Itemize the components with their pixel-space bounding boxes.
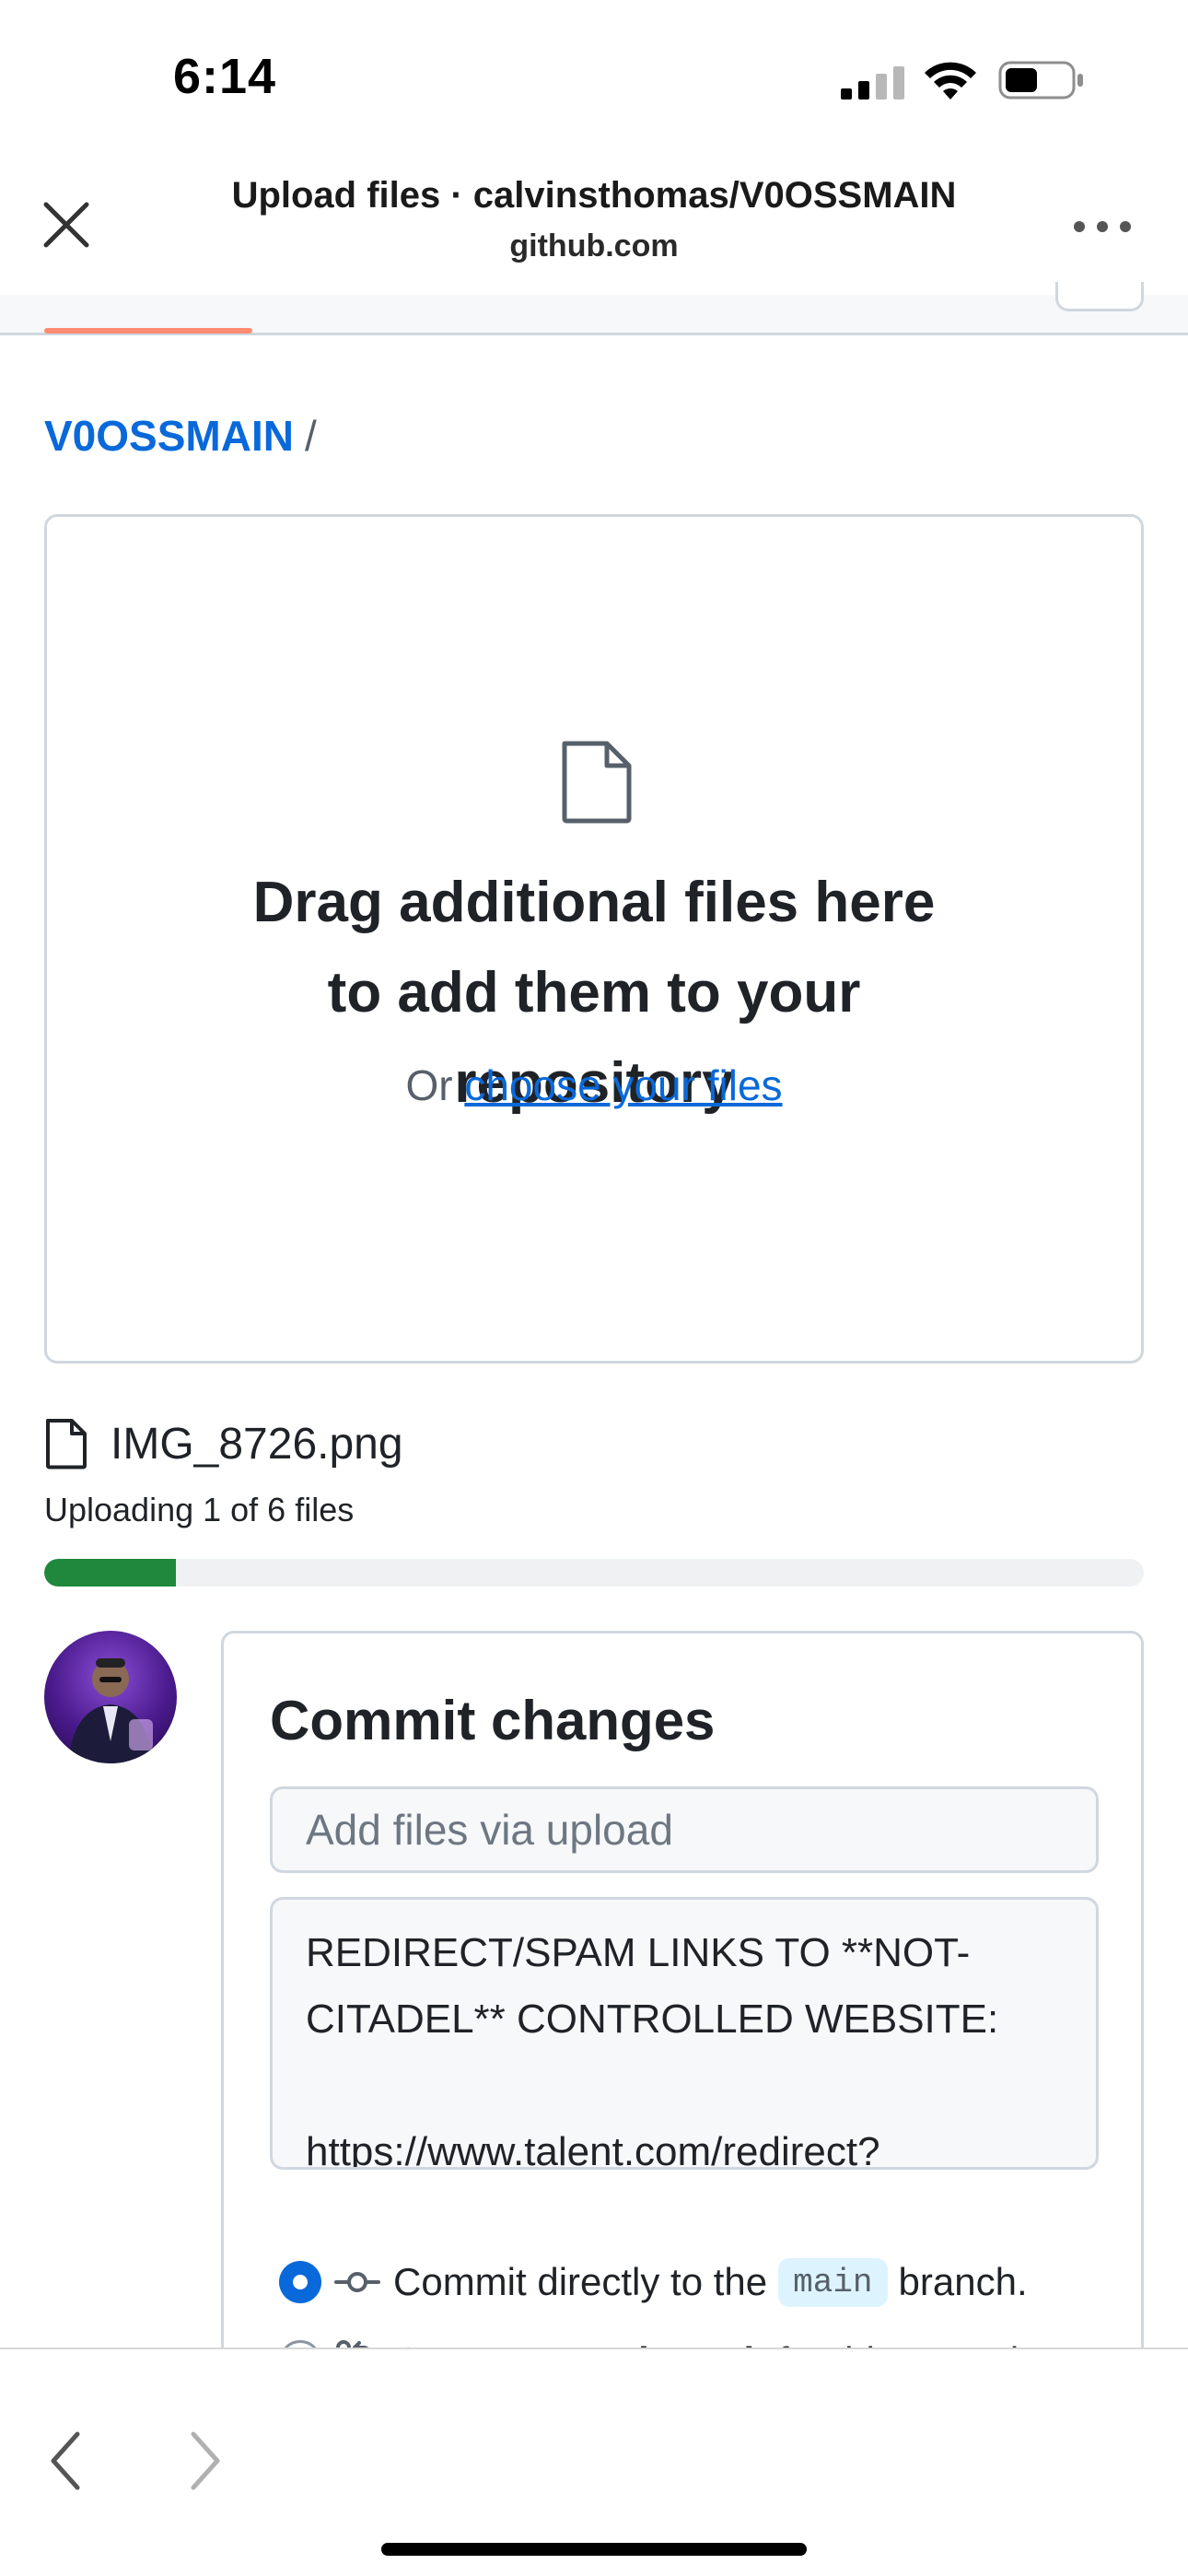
drop-zone-subtitle: Or choose your files [47, 1060, 1141, 1110]
nav-button-edge[interactable] [1055, 282, 1144, 311]
status-bar: 6:14 [0, 0, 1188, 147]
signal-icon [841, 66, 904, 100]
browser-header: Upload files · calvinsthomas/V0OSSMAIN g… [0, 147, 1188, 295]
more-icon[interactable] [1070, 217, 1135, 236]
battery-icon [998, 61, 1083, 100]
file-icon [46, 1419, 87, 1469]
commit-direct-suffix: branch. [898, 2260, 1028, 2303]
avatar[interactable] [44, 1631, 177, 1763]
active-tab-indicator [44, 328, 252, 334]
wifi-icon [925, 62, 976, 100]
commit-direct-label: Commit directly to the [393, 2260, 768, 2303]
forward-icon[interactable] [181, 2429, 227, 2493]
file-icon [562, 741, 632, 824]
commit-direct-radio[interactable] [279, 2261, 321, 2303]
breadcrumb-repo-link[interactable]: V0OSSMAIN [44, 412, 294, 460]
upload-progress-fill [44, 1559, 177, 1587]
git-commit-icon [334, 2272, 380, 2292]
branch-name-badge: main [778, 2257, 888, 2307]
file-drop-zone[interactable]: Drag additional files here to add them t… [44, 514, 1144, 1364]
page-domain: github.com [509, 228, 679, 263]
choose-files-link[interactable]: choose your files [464, 1061, 782, 1109]
upload-progress-bar [44, 1559, 1144, 1587]
drop-zone-prefix: Or [405, 1061, 453, 1109]
browser-bottom-nav [0, 2348, 1188, 2576]
status-time: 6:14 [173, 49, 277, 104]
home-indicator [381, 2543, 807, 2556]
file-name: IMG_8726.png [111, 1419, 403, 1469]
commit-description-input[interactable]: REDIRECT/SPAM LINKS TO **NOT-CITADEL** C… [270, 1897, 1099, 2170]
commit-direct-option[interactable]: Commit directly to the main branch. [279, 2254, 1028, 2310]
uploaded-file-row: IMG_8726.png [44, 1415, 403, 1472]
avatar-image [68, 1658, 153, 1763]
commit-summary-input[interactable] [270, 1786, 1099, 1873]
back-icon[interactable] [44, 2429, 90, 2493]
page-title: Upload files · calvinsthomas/V0OSSMAIN [231, 175, 957, 216]
breadcrumb: V0OSSMAIN / [44, 411, 317, 461]
close-icon[interactable] [37, 195, 96, 254]
breadcrumb-separator: / [304, 412, 317, 460]
upload-status: Uploading 1 of 6 files [44, 1491, 355, 1528]
commit-title: Commit changes [270, 1690, 716, 1751]
